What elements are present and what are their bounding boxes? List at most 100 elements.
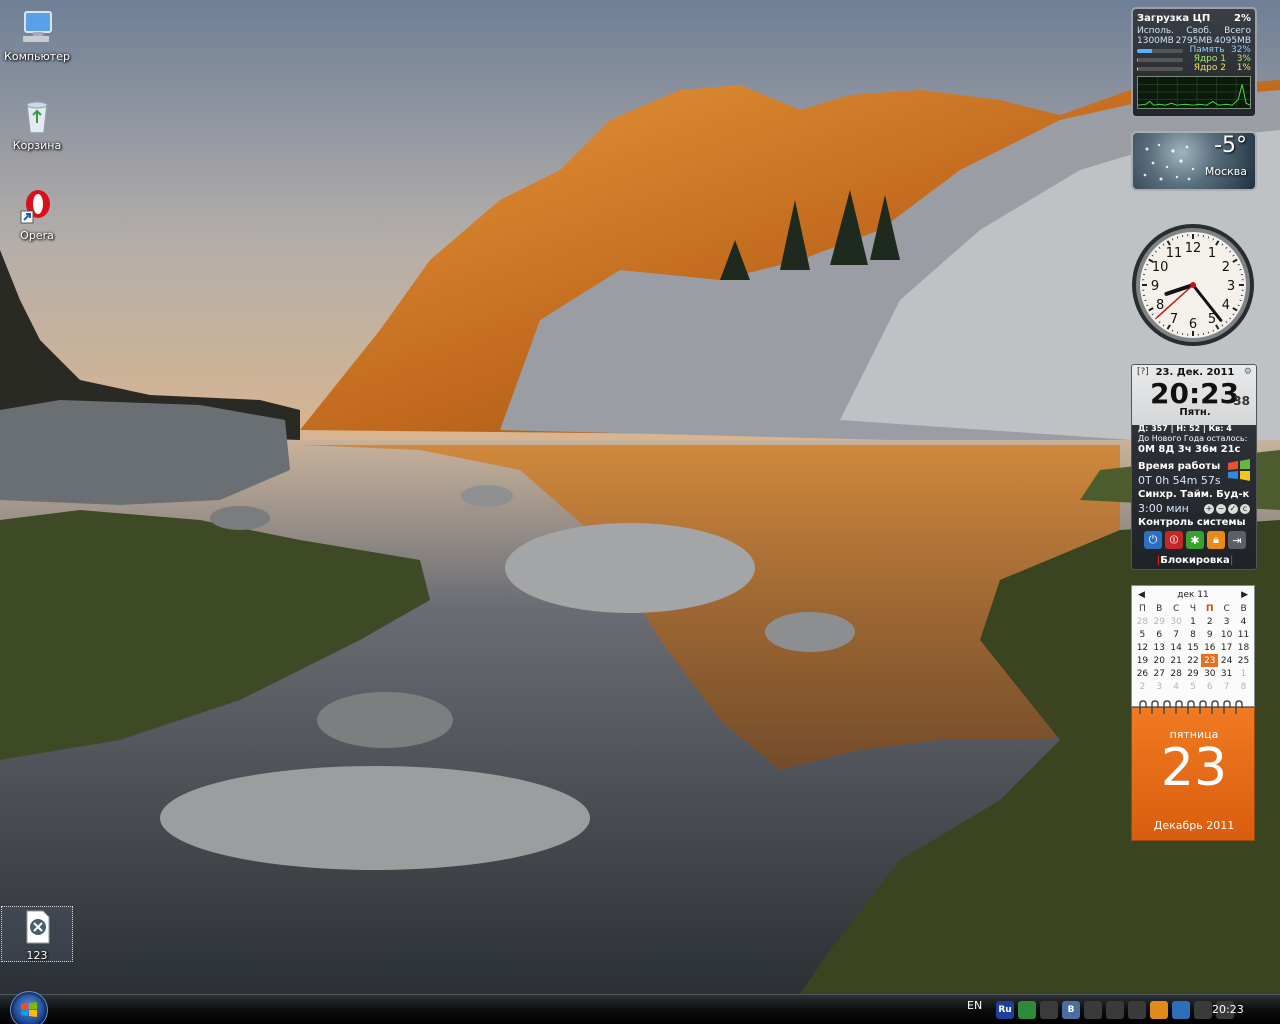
- desktop-wallpaper: [0, 0, 1280, 994]
- desktop-icon-computer[interactable]: Компьютер: [1, 8, 73, 63]
- next-month-arrow-icon[interactable]: ▶: [1241, 590, 1248, 600]
- calendar-day[interactable]: 28: [1134, 615, 1151, 628]
- prev-month-arrow-icon[interactable]: ◀: [1138, 590, 1145, 600]
- settings-icon[interactable]: ⚙: [1244, 367, 1252, 377]
- system-control-label: Контроль системы: [1138, 517, 1246, 528]
- settings-icon[interactable]: [1172, 1001, 1190, 1019]
- opera-icon: [20, 190, 50, 224]
- timer-plus-button[interactable]: +: [1204, 504, 1214, 514]
- core1-bar: [1137, 57, 1183, 62]
- chat-icon[interactable]: [1018, 1001, 1036, 1019]
- clock-numeral: 11: [1166, 246, 1183, 261]
- lock-icon[interactable]: 🔒︎: [1207, 531, 1225, 549]
- windows-logo-icon: [21, 1002, 37, 1017]
- taskbar-clock[interactable]: 20:23: [1212, 1003, 1244, 1016]
- calendar-day[interactable]: 4: [1235, 615, 1252, 628]
- volume-icon[interactable]: [1194, 1001, 1212, 1019]
- calendar-day[interactable]: 16: [1201, 641, 1218, 654]
- memory-bar-fill: [1137, 48, 1152, 53]
- calendar-day[interactable]: 4: [1168, 680, 1185, 693]
- clock-numeral: 4: [1222, 298, 1230, 313]
- calendar-day[interactable]: 13: [1151, 641, 1168, 654]
- calendar-day-today[interactable]: 23: [1201, 654, 1219, 667]
- calendar-day[interactable]: 30: [1201, 667, 1218, 680]
- calendar-week-row: 26 27 28 29 30 31 1: [1134, 667, 1252, 680]
- timer-check-button[interactable]: ✓: [1228, 504, 1238, 514]
- new-year-countdown: 0М 8Д 3ч 36м 21с: [1138, 444, 1241, 455]
- calendar-day[interactable]: 24: [1218, 654, 1235, 667]
- calendar-day[interactable]: 5: [1134, 628, 1151, 641]
- calendar-day[interactable]: 3: [1151, 680, 1168, 693]
- calendar-day[interactable]: 20: [1151, 654, 1168, 667]
- weather-gadget[interactable]: -5° Москва: [1131, 131, 1257, 191]
- calendar-day[interactable]: 15: [1185, 641, 1202, 654]
- analog-clock-gadget[interactable]: 12 1234567891011: [1130, 222, 1256, 348]
- calendar-day[interactable]: 12: [1134, 641, 1151, 654]
- network-activity-icon[interactable]: [1040, 1001, 1058, 1019]
- power-icon[interactable]: ⏻: [1144, 531, 1162, 549]
- calendar-day[interactable]: 2: [1201, 615, 1218, 628]
- antivirus-icon[interactable]: [1150, 1001, 1168, 1019]
- clock-numeral: 12: [1185, 241, 1202, 256]
- calendar-day[interactable]: 29: [1185, 667, 1202, 680]
- system-clock-gadget[interactable]: [?] 23. Дек. 2011 ⚙ 20:23 38 Пятн. Д: 35…: [1131, 364, 1257, 570]
- user-status-icon[interactable]: [1106, 1001, 1124, 1019]
- calendar-day[interactable]: 2: [1134, 680, 1151, 693]
- calendar-day[interactable]: 9: [1201, 628, 1218, 641]
- logoff-icon[interactable]: ⇥: [1228, 531, 1246, 549]
- new-year-label: До Нового Года осталось:: [1138, 434, 1248, 443]
- calendar-gadget[interactable]: ◀ дек 11 ▶ ПВСЧПСВ 28 29 30 1 2 3 4 5 6 7 8 9 10 11 12…: [1131, 585, 1255, 707]
- cpu-meter-percent: 2%: [1234, 13, 1251, 24]
- calendar-day[interactable]: 17: [1218, 641, 1235, 654]
- calendar-day[interactable]: 3: [1218, 615, 1235, 628]
- desktop-icon-recycle-bin[interactable]: Корзина: [1, 97, 73, 152]
- calendar-day[interactable]: 6: [1151, 628, 1168, 641]
- calendar-day[interactable]: 31: [1218, 667, 1235, 680]
- lock-button[interactable]: |Блокировка|: [1132, 555, 1258, 566]
- timer-reset-button[interactable]: c: [1240, 504, 1250, 514]
- desktop-icon-opera[interactable]: Opera: [1, 187, 73, 242]
- day-page-gadget[interactable]: пятница 23 Декабрь 2011: [1131, 700, 1255, 841]
- calendar-day[interactable]: 10: [1218, 628, 1235, 641]
- core2-bar: [1137, 66, 1183, 71]
- memory-used-value: 1300MB: [1137, 36, 1174, 46]
- calendar-day[interactable]: 8: [1185, 628, 1202, 641]
- calendar-day[interactable]: 5: [1185, 680, 1202, 693]
- vk-icon[interactable]: В: [1062, 1001, 1080, 1019]
- calendar-day[interactable]: 19: [1134, 654, 1151, 667]
- computer-icon: [23, 11, 52, 42]
- shutdown-icon[interactable]: ⏼: [1165, 531, 1183, 549]
- calendar-day[interactable]: 18: [1235, 641, 1252, 654]
- clock-numeral: 10: [1152, 260, 1169, 275]
- timer-minus-button[interactable]: −: [1216, 504, 1226, 514]
- calendar-day[interactable]: 1: [1235, 667, 1252, 680]
- calendar-day[interactable]: 21: [1168, 654, 1185, 667]
- cpu-meter-gadget[interactable]: Загрузка ЦП 2% Исполь. Своб. Всего 1300M…: [1131, 7, 1257, 118]
- calendar-day[interactable]: 6: [1201, 680, 1218, 693]
- notification-icon[interactable]: [1084, 1001, 1102, 1019]
- update-icon[interactable]: [1128, 1001, 1146, 1019]
- calendar-day[interactable]: 22: [1185, 654, 1202, 667]
- desktop-icon-123[interactable]: 123: [1, 906, 73, 962]
- calendar-day[interactable]: 25: [1235, 654, 1252, 667]
- calendar-day[interactable]: 30: [1168, 615, 1185, 628]
- core2-bar-fill: [1137, 66, 1138, 71]
- clock-numeral: 6: [1189, 317, 1197, 332]
- desktop-icon-label: Компьютер: [4, 50, 70, 63]
- language-indicator[interactable]: EN: [967, 999, 982, 1012]
- language-ru-icon[interactable]: Ru: [996, 1001, 1014, 1019]
- calendar-day[interactable]: 27: [1151, 667, 1168, 680]
- calendar-day[interactable]: 28: [1168, 667, 1185, 680]
- calendar-day[interactable]: 8: [1235, 680, 1252, 693]
- calendar-day[interactable]: 14: [1168, 641, 1185, 654]
- restart-icon[interactable]: ✱: [1186, 531, 1204, 549]
- calendar-day[interactable]: 11: [1235, 628, 1252, 641]
- timer-value[interactable]: 3:00 мин: [1138, 502, 1189, 515]
- calendar-day[interactable]: 7: [1168, 628, 1185, 641]
- calendar-day[interactable]: 26: [1134, 667, 1151, 680]
- calendar-day[interactable]: 1: [1185, 615, 1202, 628]
- calendar-day[interactable]: 7: [1218, 680, 1235, 693]
- calendar-day[interactable]: 29: [1151, 615, 1168, 628]
- sysmon-seconds: 38: [1233, 394, 1250, 408]
- start-button[interactable]: [10, 991, 48, 1024]
